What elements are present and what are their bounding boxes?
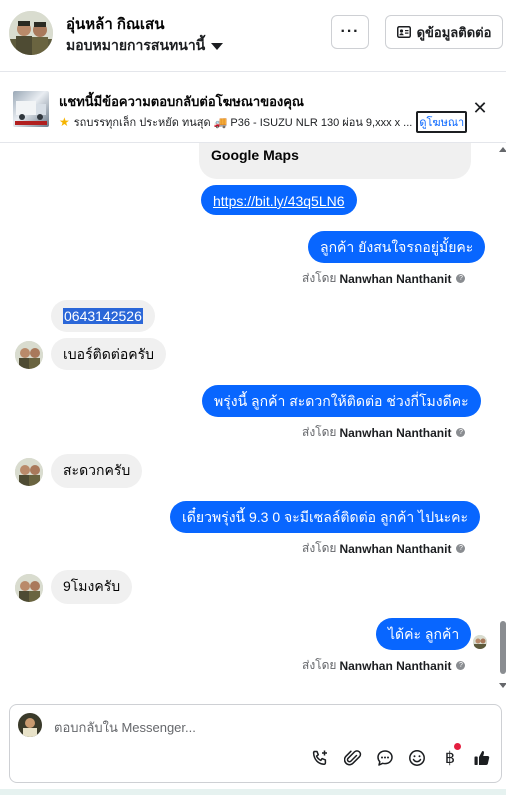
message-text: เดี๋ยวพรุ่งนี้ 9.3 0 จะมีเซลล์ติดต่อ ลูก… xyxy=(182,509,469,525)
message-text: 9โมงครับ xyxy=(63,578,121,594)
ad-reply-banner: แชทนี้มีข้อความตอบกลับต่อโฆษณาของคุณ ★ ร… xyxy=(0,73,506,143)
scrollbar-thumb[interactable] xyxy=(500,621,506,674)
scroll-down-arrow-icon[interactable] xyxy=(499,683,506,688)
ad-banner-title: แชทนี้มีข้อความตอบกลับต่อโฆษณาของคุณ xyxy=(59,94,304,109)
chat-scrollbar[interactable] xyxy=(497,143,506,691)
chat-bubble-icon[interactable] xyxy=(375,748,395,768)
smiley-icon[interactable] xyxy=(407,748,427,768)
message-bubble-outgoing: ลูกค้า ยังสนใจรถอยู่มั้ยคะ xyxy=(308,231,486,263)
reply-message-input[interactable] xyxy=(54,717,474,737)
message-bubble-incoming: 0643142526 xyxy=(51,300,155,332)
info-icon[interactable]: ? xyxy=(456,544,466,553)
assign-conversation-dropdown[interactable]: มอบหมายการสนทนานี้ xyxy=(66,35,224,57)
ad-banner-subtitle: ★ รถบรรทุกเล็ก ประหยัด ทนสุด 🚚 P36 - ISU… xyxy=(59,111,468,133)
message-text: ลูกค้า ยังสนใจรถอยู่มั้ยคะ xyxy=(320,239,474,255)
message-text: Google Maps xyxy=(211,147,299,163)
sent-by-prefix: ส่งโดย xyxy=(302,425,337,439)
info-icon[interactable]: ? xyxy=(456,428,466,437)
message-bubble-incoming: Google Maps xyxy=(199,143,471,179)
close-icon[interactable]: ✕ xyxy=(470,98,490,118)
sent-by-label: ส่งโดย Nanwhan Nanthanit ? xyxy=(302,423,466,442)
conversation-header: อุ่นหล้า กิณเสน มอบหมายการสนทนานี้ ··· ด… xyxy=(0,0,506,72)
contact-avatar[interactable] xyxy=(9,11,53,55)
message-bubble-incoming: เบอร์ติดต่อครับ xyxy=(51,338,167,370)
sent-by-name: Nanwhan Nanthanit xyxy=(339,541,452,556)
contact-avatar xyxy=(15,341,43,369)
reply-composer: ฿ xyxy=(9,704,502,783)
more-options-label: ··· xyxy=(340,23,360,40)
info-icon[interactable]: ? xyxy=(456,661,466,670)
thumbs-up-icon[interactable] xyxy=(472,748,492,768)
sent-by-label: ส่งโดย Nanwhan Nanthanit ? xyxy=(302,656,466,675)
message-bubble-outgoing: ได้ค่ะ ลูกค้า xyxy=(376,618,472,650)
sent-by-name: Nanwhan Nanthanit xyxy=(339,658,452,673)
phone-plus-icon[interactable] xyxy=(310,748,330,768)
caret-down-icon xyxy=(211,42,224,50)
view-contact-info-button[interactable]: ดูข้อมูลติดต่อ xyxy=(385,15,503,49)
message-bubble-incoming: สะดวกครับ xyxy=(51,454,143,488)
notification-dot xyxy=(454,743,461,750)
info-icon[interactable]: ? xyxy=(456,274,466,283)
paperclip-icon[interactable] xyxy=(343,748,363,768)
contact-avatar xyxy=(15,458,43,486)
sent-by-prefix: ส่งโดย xyxy=(302,271,337,285)
star-icon: ★ xyxy=(59,115,70,129)
message-text: ได้ค่ะ ลูกค้า xyxy=(388,626,460,642)
view-ad-link[interactable]: ดูโฆษณา xyxy=(416,111,468,133)
sent-by-name: Nanwhan Nanthanit xyxy=(339,425,452,440)
message-bubble-outgoing[interactable]: https://bit.ly/43q5LN6 xyxy=(201,185,357,215)
message-bubble-outgoing: เดี๋ยวพรุ่งนี้ 9.3 0 จะมีเซลล์ติดต่อ ลูก… xyxy=(170,501,481,533)
message-link[interactable]: https://bit.ly/43q5LN6 xyxy=(213,193,345,209)
sent-by-name: Nanwhan Nanthanit xyxy=(339,271,452,286)
contact-name: อุ่นหล้า กิณเสน xyxy=(66,16,165,33)
contact-card-icon xyxy=(396,26,411,38)
message-bubble-incoming: 9โมงครับ xyxy=(51,570,133,604)
message-text: เบอร์ติดต่อครับ xyxy=(63,346,155,362)
page-avatar xyxy=(18,713,42,737)
footer-strip xyxy=(0,789,506,795)
more-options-button[interactable]: ··· xyxy=(331,15,369,49)
sent-by-label: ส่งโดย Nanwhan Nanthanit ? xyxy=(302,269,466,288)
sent-by-prefix: ส่งโดย xyxy=(302,658,337,672)
message-text: พรุ่งนี้ ลูกค้า สะดวกให้ติดต่อ ช่วงกี่โม… xyxy=(214,393,469,409)
baht-icon[interactable]: ฿ xyxy=(440,748,460,768)
sent-by-prefix: ส่งโดย xyxy=(302,541,337,555)
view-contact-info-label: ดูข้อมูลติดต่อ xyxy=(416,24,492,40)
message-thread[interactable]: Google Maps https://bit.ly/43q5LN6 ลูกค้… xyxy=(0,143,506,698)
assign-conversation-label: มอบหมายการสนทนานี้ xyxy=(66,37,206,53)
read-receipt-avatar xyxy=(473,635,487,649)
messenger-conversation-panel: อุ่นหล้า กิณเสน มอบหมายการสนทนานี้ ··· ด… xyxy=(0,0,506,795)
sent-by-label: ส่งโดย Nanwhan Nanthanit ? xyxy=(302,539,466,558)
message-text: 0643142526 xyxy=(63,308,143,324)
ad-thumbnail xyxy=(13,91,49,127)
contact-avatar xyxy=(15,574,43,602)
message-bubble-outgoing: พรุ่งนี้ ลูกค้า สะดวกให้ติดต่อ ช่วงกี่โม… xyxy=(202,385,481,417)
ad-description: รถบรรทุกเล็ก ประหยัด ทนสุด 🚚 P36 - ISUZU… xyxy=(73,117,413,129)
message-text: สะดวกครับ xyxy=(63,462,131,478)
scroll-up-arrow-icon[interactable] xyxy=(499,147,506,152)
